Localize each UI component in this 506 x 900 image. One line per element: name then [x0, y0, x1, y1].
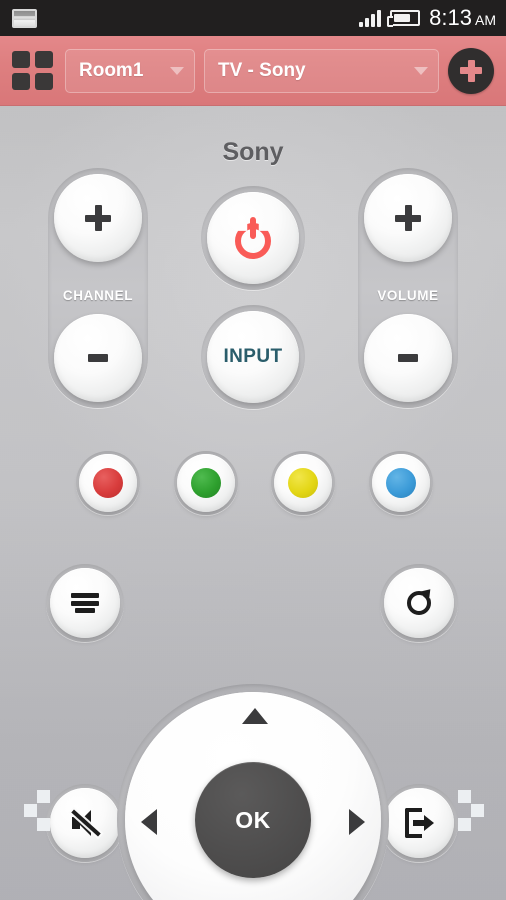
channel-label: CHANNEL: [62, 288, 134, 303]
clock-time: 8:13: [429, 5, 472, 30]
grid-menu-icon[interactable]: [12, 50, 56, 91]
device-brand-title: Sony: [222, 138, 284, 166]
blue-dot-icon: [386, 468, 416, 498]
chevron-down-icon: [414, 66, 428, 75]
status-bar: 8:13 AM: [0, 0, 506, 36]
arrow-up-icon[interactable]: [242, 708, 268, 724]
volume-up-button[interactable]: [364, 174, 452, 262]
screenshot-icon: [12, 8, 37, 28]
yellow-color-button[interactable]: [274, 454, 332, 512]
plus-icon: [395, 205, 421, 231]
minus-icon: [88, 354, 108, 362]
chevron-left-icon[interactable]: [20, 790, 54, 846]
green-color-button[interactable]: [177, 454, 235, 512]
green-dot-icon: [191, 468, 221, 498]
exit-button[interactable]: [384, 788, 454, 858]
room-selector-value: Room1: [79, 59, 144, 81]
channel-up-button[interactable]: [54, 174, 142, 262]
refresh-icon: [405, 584, 436, 617]
status-bar-system: 8:13 AM: [359, 7, 496, 29]
red-color-button[interactable]: [79, 454, 137, 512]
app-header: Room1 TV - Sony: [0, 36, 506, 106]
menu-button[interactable]: [50, 568, 120, 638]
arrow-left-icon[interactable]: [141, 809, 157, 835]
input-button[interactable]: INPUT: [207, 311, 299, 403]
refresh-button[interactable]: [384, 568, 454, 638]
ok-button[interactable]: OK: [195, 762, 311, 878]
power-button[interactable]: [207, 192, 299, 284]
red-dot-icon: [93, 468, 123, 498]
yellow-dot-icon: [288, 468, 318, 498]
add-device-button[interactable]: [448, 47, 494, 94]
channel-down-button[interactable]: [54, 314, 142, 402]
arrow-right-icon[interactable]: [349, 809, 365, 835]
input-label: INPUT: [223, 346, 283, 367]
mute-icon: [70, 809, 101, 837]
battery-icon: [387, 10, 421, 27]
menu-icon: [71, 593, 99, 613]
chevron-down-icon: [170, 66, 184, 75]
volume-label: VOLUME: [377, 288, 439, 303]
minus-icon: [398, 354, 418, 362]
clock-meridiem: AM: [475, 12, 496, 28]
plus-icon: [85, 205, 111, 231]
room-selector[interactable]: Room1: [65, 48, 195, 93]
power-icon: [233, 217, 273, 259]
device-selector[interactable]: TV - Sony: [204, 48, 439, 93]
remote-control-app: 8:13 AM Room1 TV - Sony Sony CHANNEL VOL…: [0, 0, 506, 900]
blue-color-button[interactable]: [372, 454, 430, 512]
device-selector-value: TV - Sony: [218, 59, 306, 81]
volume-down-button[interactable]: [364, 314, 452, 402]
chevron-right-icon[interactable]: [456, 790, 490, 846]
status-bar-clock: 8:13 AM: [429, 7, 496, 29]
mute-button[interactable]: [50, 788, 120, 858]
signal-bars-icon: [359, 9, 382, 27]
remote-face: Sony CHANNEL VOLUME INPUT OK: [0, 106, 506, 900]
exit-icon: [405, 808, 434, 838]
status-bar-notifications: [12, 8, 37, 28]
